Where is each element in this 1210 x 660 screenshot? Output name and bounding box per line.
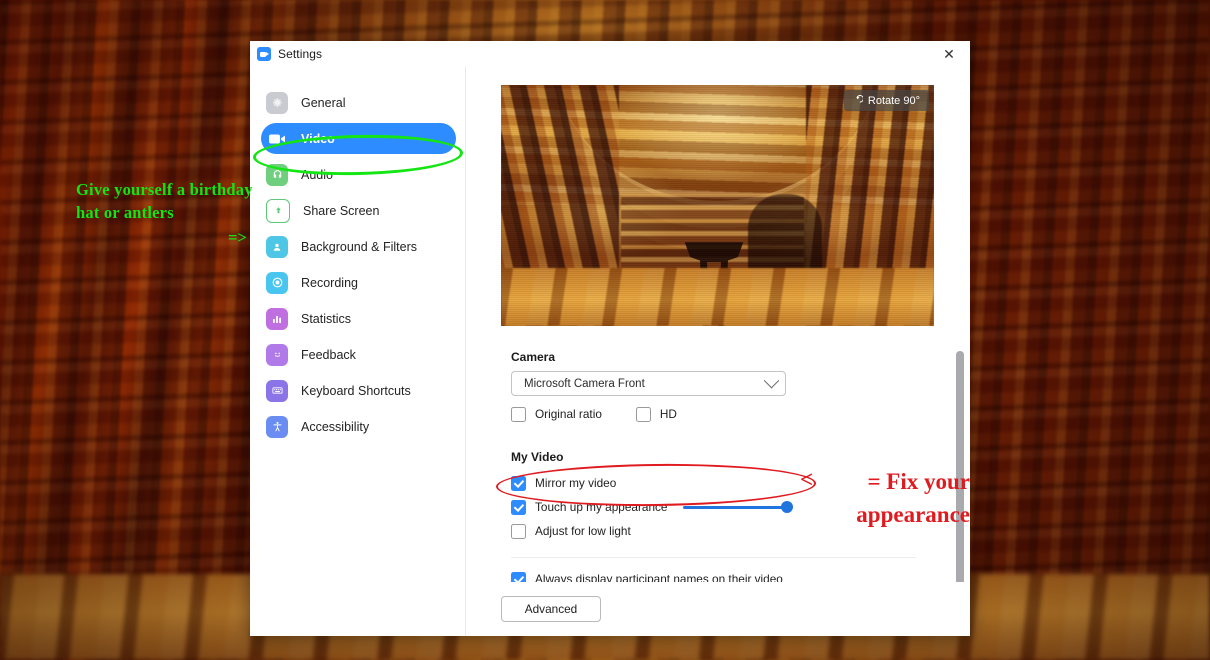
hd-label: HD [659, 407, 677, 421]
sidebar-item-statistics[interactable]: Statistics [261, 303, 456, 334]
touch-up-my-appearance-checkbox[interactable] [511, 499, 526, 515]
sidebar-item-label: Background & Filters [301, 239, 418, 254]
window-titlebar: Settings ✕ [250, 41, 970, 67]
original-ratio-checkbox[interactable] [511, 406, 526, 422]
rotate-arrow-icon [851, 94, 864, 107]
sidebar-item-general[interactable]: General [261, 87, 456, 118]
chevron-down-icon [763, 372, 780, 389]
accessibility-icon [266, 415, 288, 438]
touch-up-slider-handle[interactable] [781, 501, 794, 513]
section-divider [511, 557, 916, 558]
rotate-90-label: Rotate 90° [867, 94, 920, 107]
sidebar-item-label: Share Screen [303, 203, 380, 218]
preview-grain-overlay [501, 85, 934, 326]
bar-chart-icon [266, 307, 288, 330]
touch-up-my-appearance-label: Touch up my appearance [535, 500, 668, 514]
settings-content-panel: Rotate 90° Camera Microsoft Camera Front… [466, 67, 970, 636]
sidebar-item-label: Feedback [301, 347, 356, 362]
settings-sidebar: General Video Audio Share Screen Backgro… [250, 67, 466, 636]
sidebar-item-recording[interactable]: Recording [261, 267, 456, 298]
content-footer: Advanced [466, 582, 970, 636]
zoom-camera-icon [257, 47, 271, 61]
window-body: General Video Audio Share Screen Backgro… [250, 67, 970, 636]
hd-checkbox[interactable] [635, 406, 651, 422]
keyboard-icon [266, 379, 288, 402]
touch-up-slider[interactable] [683, 500, 794, 514]
record-circle-icon [266, 271, 288, 294]
share-screen-icon [266, 198, 290, 223]
window-title: Settings [278, 47, 323, 61]
mirror-my-video-row[interactable]: Mirror my video [511, 471, 944, 495]
adjust-for-low-light-label: Adjust for low light [535, 524, 631, 538]
mirror-my-video-label: Mirror my video [535, 476, 617, 490]
headphones-icon [266, 163, 288, 186]
sidebar-item-label: Accessibility [301, 419, 370, 434]
camera-device-select[interactable]: Microsoft Camera Front [511, 371, 786, 396]
sidebar-item-feedback[interactable]: Feedback [261, 339, 456, 370]
video-preview: Rotate 90° [501, 85, 934, 326]
sidebar-item-background-filters[interactable]: Background & Filters [261, 231, 456, 262]
camera-ratio-options: Original ratio HD [501, 402, 944, 426]
sidebar-item-share-screen[interactable]: Share Screen [261, 195, 456, 226]
settings-window: Settings ✕ General Video Audio Share Scr… [250, 41, 970, 636]
touch-up-slider-track [683, 506, 784, 509]
sidebar-item-audio[interactable]: Audio [261, 159, 456, 190]
scrollbar-thumb[interactable] [956, 351, 964, 589]
video-settings-scroll-area: Rotate 90° Camera Microsoft Camera Front… [466, 67, 970, 582]
adjust-for-low-light-row[interactable]: Adjust for low light [511, 519, 944, 543]
original-ratio-label: Original ratio [535, 407, 602, 421]
vertical-scrollbar[interactable] [956, 351, 964, 601]
sidebar-item-label: General [301, 95, 346, 110]
sidebar-item-label: Audio [301, 167, 333, 182]
sidebar-item-label: Keyboard Shortcuts [301, 383, 411, 398]
advanced-button[interactable]: Advanced [501, 596, 601, 622]
sidebar-item-label: Recording [301, 275, 358, 290]
my-video-heading: My Video [511, 450, 564, 464]
smiley-face-icon [266, 343, 288, 366]
adjust-for-low-light-checkbox[interactable] [511, 523, 526, 539]
camera-device-value: Microsoft Camera Front [524, 377, 645, 390]
sidebar-item-label: Statistics [301, 311, 352, 326]
always-display-participant-names-row[interactable]: Always display participant names on thei… [511, 567, 944, 582]
sidebar-item-video[interactable]: Video [261, 123, 456, 154]
gear-icon [266, 91, 288, 114]
sidebar-item-accessibility[interactable]: Accessibility [261, 411, 456, 442]
sidebar-item-keyboard-shortcuts[interactable]: Keyboard Shortcuts [261, 375, 456, 406]
rotate-90-button[interactable]: Rotate 90° [843, 90, 929, 111]
always-display-participant-names-checkbox[interactable] [511, 571, 526, 582]
sidebar-item-label: Video [301, 131, 335, 146]
original-ratio-checkbox-row[interactable]: Original ratio [511, 402, 602, 426]
hd-checkbox-row[interactable]: HD [635, 402, 677, 426]
always-display-participant-names-label: Always display participant names on thei… [535, 572, 783, 582]
touch-up-my-appearance-row[interactable]: Touch up my appearance [511, 495, 944, 519]
video-camera-icon [266, 128, 288, 150]
camera-heading: Camera [511, 350, 556, 364]
mirror-my-video-checkbox[interactable] [511, 475, 526, 491]
person-portrait-icon [266, 235, 288, 258]
close-icon[interactable]: ✕ [928, 41, 970, 67]
